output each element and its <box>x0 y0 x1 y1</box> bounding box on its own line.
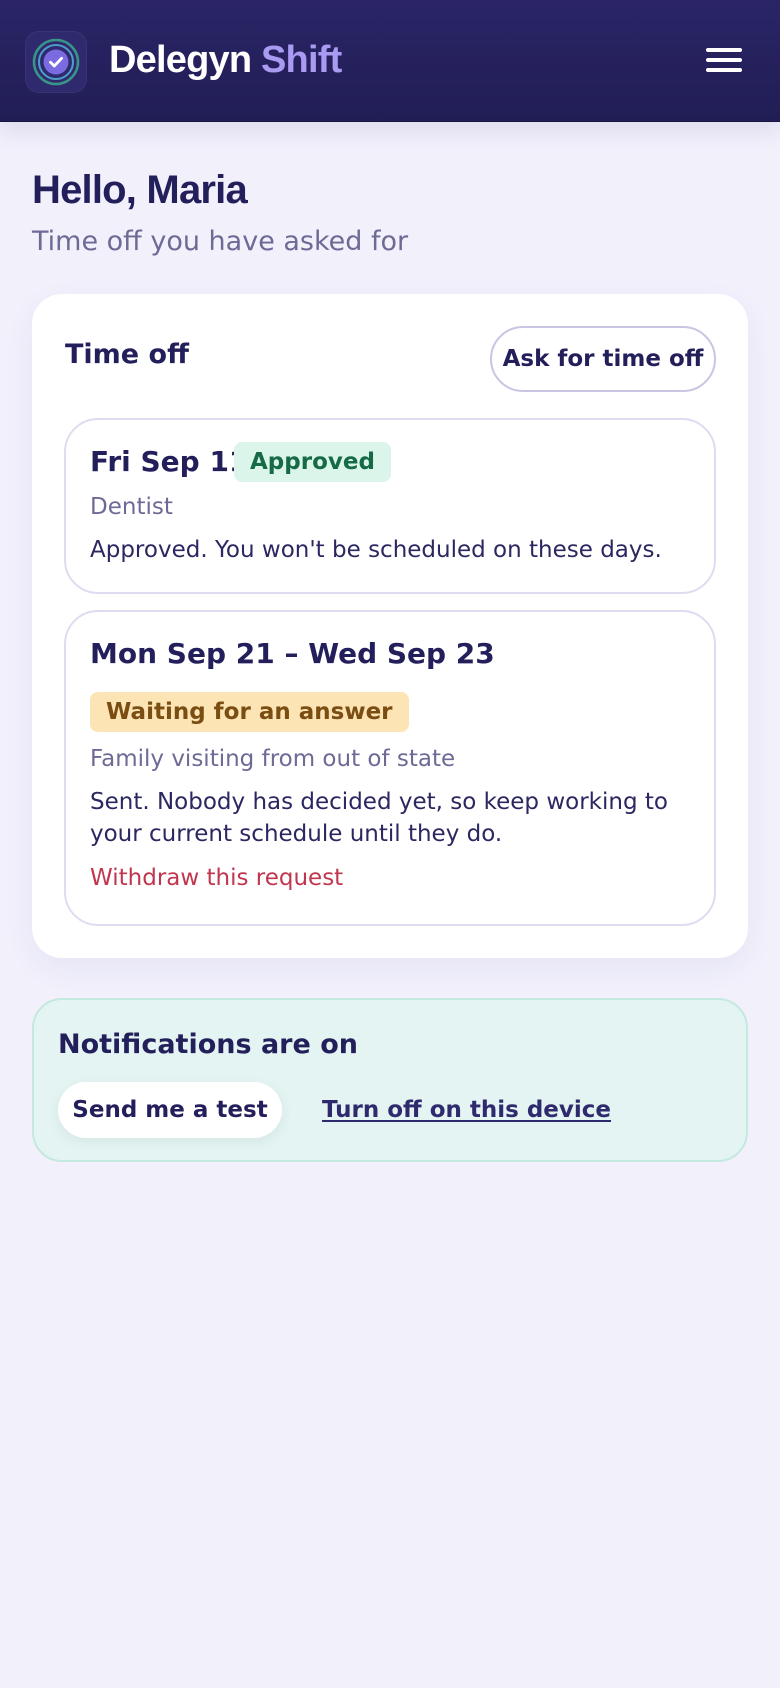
request-dates: Mon Sep 21 – Wed Sep 23 <box>90 637 495 670</box>
page-subtitle: Time off you have asked for <box>32 226 409 257</box>
request-reason: Family visiting from out of state <box>90 746 456 772</box>
notifications-panel: Notifications are on Send me a test Turn… <box>32 998 748 1162</box>
request-reason: Dentist <box>90 494 173 520</box>
request-note: Approved. You won't be scheduled on thes… <box>90 537 662 563</box>
notifications-title: Notifications are on <box>58 1029 358 1060</box>
brand-name: Delegyn Shift <box>109 36 342 84</box>
turn-off-notifications-link[interactable]: Turn off on this device <box>322 1094 611 1126</box>
time-off-title: Time off <box>65 339 189 370</box>
top-bar: Delegyn Shift <box>0 0 780 122</box>
status-badge: Waiting for an answer <box>90 692 409 732</box>
status-badge: Approved <box>234 442 391 482</box>
ask-for-time-off-button[interactable]: Ask for time off <box>490 326 716 392</box>
request-note: Sent. Nobody has decided yet, so keep wo… <box>90 789 668 847</box>
app-logo[interactable] <box>25 31 87 93</box>
request-dates: Fri Sep 11 <box>90 445 249 478</box>
check-target-icon <box>32 38 80 86</box>
time-off-card: Time off Ask for time off Fri Sep 11 App… <box>32 294 748 958</box>
page-title: Hello, Maria <box>32 168 248 212</box>
send-test-button[interactable]: Send me a test <box>58 1082 282 1138</box>
time-off-request[interactable]: Mon Sep 21 – Wed Sep 23 Waiting for an a… <box>64 610 716 926</box>
brand-primary: Delegyn <box>109 39 252 81</box>
withdraw-request-link[interactable]: Withdraw this request <box>90 862 343 894</box>
brand-accent: Shift <box>261 39 342 81</box>
hamburger-menu-icon[interactable] <box>696 40 752 80</box>
time-off-request[interactable]: Fri Sep 11 Approved Dentist Approved. Yo… <box>64 418 716 594</box>
